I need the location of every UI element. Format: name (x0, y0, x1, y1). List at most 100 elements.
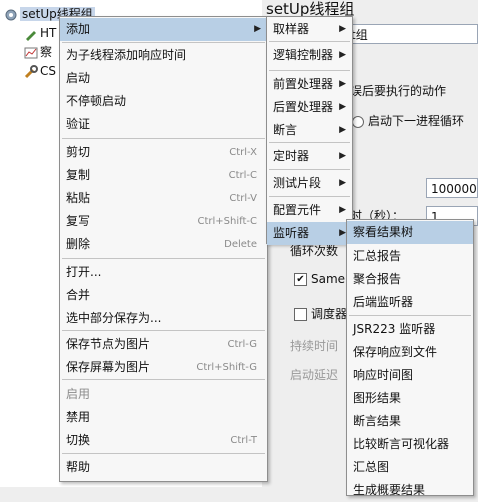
menu-item-duplicate[interactable]: 复写 Ctrl+Shift-C (60, 210, 267, 233)
menu-item-label: 聚合报告 (353, 272, 402, 286)
shortcut-label: Ctrl+Shift-C (197, 216, 258, 227)
add-menu-item-logic-controller[interactable]: 逻辑控制器 ▶ (267, 44, 352, 67)
tree-node-http[interactable]: HT (24, 24, 56, 42)
add-menu-item-assertion[interactable]: 断言 ▶ (267, 119, 352, 142)
name-field[interactable]: t组 (346, 24, 478, 44)
menu-item-start-no-pause[interactable]: 不停顿启动 (60, 90, 267, 113)
menu-item-delete[interactable]: 删除 Delete (60, 233, 267, 256)
menu-item-label: 定时器 (273, 149, 310, 163)
menu-item-label: 添加 (66, 22, 91, 36)
menu-item-label: 断言 (273, 123, 298, 137)
submenu-arrow-icon: ▶ (339, 50, 346, 60)
menu-item-label: 选中部分保存为... (66, 311, 162, 325)
listener-item-aggregate-report[interactable]: 聚合报告 (347, 268, 473, 291)
checkbox-icon (294, 308, 307, 321)
menu-item-save-node-as-image[interactable]: 保存节点为图片 Ctrl-G (60, 333, 267, 356)
listener-item-save-responses[interactable]: 保存响应到文件 (347, 341, 473, 364)
menu-item-disable[interactable]: 禁用 (60, 406, 267, 429)
listener-item-view-results-tree[interactable]: 察看结果树 (347, 221, 473, 244)
add-menu-item-post-processor[interactable]: 后置处理器 ▶ (267, 96, 352, 119)
menu-item-save-selection-as[interactable]: 选中部分保存为... (60, 307, 267, 330)
menu-item-label: 测试片段 (273, 176, 322, 190)
same-user-checkbox[interactable]: ✔ Same (294, 272, 345, 286)
menu-item-add-response-time[interactable]: 为子线程添加响应时间 (60, 44, 267, 67)
menu-item-label: 察看结果树 (353, 225, 414, 239)
scheduler-checkbox[interactable]: 调度器 (294, 305, 347, 322)
menu-item-label: 打开... (66, 265, 102, 279)
listener-item-response-time-graph[interactable]: 响应时间图 (347, 364, 473, 387)
menu-item-label: 为子线程添加响应时间 (66, 48, 187, 62)
error-action-label: 误后要执行的动作 (350, 84, 447, 98)
menu-item-add[interactable]: 添加 ▶ (60, 18, 267, 41)
menu-item-label: 合并 (66, 288, 91, 302)
menu-separator (269, 41, 350, 42)
menu-item-label: 比较断言可视化器 (353, 437, 450, 451)
listener-item-generate-summary[interactable]: 生成概要结果 (347, 479, 473, 502)
radio-next-loop[interactable]: 启动下一进程循环 (352, 112, 464, 129)
submenu-arrow-icon: ▶ (339, 178, 346, 188)
menu-item-merge[interactable]: 合并 (60, 284, 267, 307)
menu-item-label: 后置处理器 (273, 100, 334, 114)
submenu-arrow-icon: ▶ (339, 125, 346, 135)
gear-icon (4, 8, 18, 22)
menu-separator (62, 330, 265, 331)
menu-item-label: 剪切 (66, 145, 91, 159)
menu-item-label: 汇总报告 (353, 249, 402, 263)
menu-item-toggle[interactable]: 切换 Ctrl-T (60, 429, 267, 452)
listener-item-comparison-assertion-visualizer[interactable]: 比较断言可视化器 (347, 433, 473, 456)
menu-item-label: 生成概要结果 (353, 483, 426, 497)
tree-node-label: 察 (40, 45, 53, 59)
menu-item-label: 不停顿启动 (66, 94, 127, 108)
tree-node-label: HT (40, 26, 57, 40)
menu-item-label: 验证 (66, 117, 91, 131)
tree-node-label: CS (40, 64, 56, 78)
threads-field[interactable]: 1000000 (426, 178, 478, 198)
menu-item-label: 汇总图 (353, 460, 390, 474)
pencil-icon (24, 27, 38, 41)
menu-item-label: 逻辑控制器 (273, 48, 334, 62)
menu-item-copy[interactable]: 复制 Ctrl-C (60, 164, 267, 187)
listener-item-jsr223-listener[interactable]: JSR223 监听器 (347, 318, 473, 341)
menu-separator (269, 142, 350, 143)
submenu-arrow-icon: ▶ (339, 151, 346, 161)
add-menu-item-config-element[interactable]: 配置元件 ▶ (267, 199, 352, 222)
menu-item-validate[interactable]: 验证 (60, 113, 267, 136)
menu-separator (269, 196, 350, 197)
menu-item-label: 监听器 (273, 226, 310, 240)
radio-icon (352, 115, 364, 128)
tree-node-config[interactable]: CS (24, 62, 56, 80)
menu-separator (62, 453, 265, 454)
add-menu-item-timer[interactable]: 定时器 ▶ (267, 145, 352, 168)
listener-item-summary-report[interactable]: 汇总报告 (347, 245, 473, 268)
menu-item-paste[interactable]: 粘贴 Ctrl-V (60, 187, 267, 210)
add-menu-item-test-fragment[interactable]: 测试片段 ▶ (267, 172, 352, 195)
menu-item-open[interactable]: 打开... (60, 261, 267, 284)
tree-node-listener[interactable]: 察 (24, 43, 52, 61)
menu-item-enable: 启用 (60, 383, 267, 406)
add-menu-item-sampler[interactable]: 取样器 ▶ (267, 18, 352, 41)
menu-separator (62, 42, 265, 43)
menu-item-label: 断言结果 (353, 414, 402, 428)
listener-item-graph-results[interactable]: 图形结果 (347, 387, 473, 410)
add-submenu: 取样器 ▶ 逻辑控制器 ▶ 前置处理器 ▶ 后置处理器 ▶ 断言 ▶ 定时器 ▶ 测试片段 ▶ 配置元件 ▶ 监… (266, 16, 353, 245)
submenu-arrow-icon: ▶ (339, 24, 346, 34)
listener-item-assertion-results[interactable]: 断言结果 (347, 410, 473, 433)
menu-item-cut[interactable]: 剪切 Ctrl-X (60, 141, 267, 164)
listener-item-summary-graph[interactable]: 汇总图 (347, 456, 473, 479)
add-menu-item-listener[interactable]: 监听器 ▶ (267, 222, 352, 245)
menu-item-label: 帮助 (66, 460, 91, 474)
menu-separator (62, 379, 265, 380)
submenu-arrow-icon: ▶ (339, 205, 346, 215)
add-menu-item-pre-processor[interactable]: 前置处理器 ▶ (267, 73, 352, 96)
menu-item-help[interactable]: 帮助 (60, 456, 267, 479)
menu-item-label: 删除 (66, 237, 91, 251)
menu-separator (269, 70, 350, 71)
shortcut-label: Ctrl+Shift-G (196, 362, 257, 373)
menu-item-label: 粘贴 (66, 191, 91, 205)
wrench-icon (24, 64, 38, 79)
menu-item-start[interactable]: 启动 (60, 67, 267, 90)
menu-item-label: 启用 (66, 387, 91, 401)
listener-item-backend-listener[interactable]: 后端监听器 (347, 291, 473, 314)
submenu-arrow-icon: ▶ (339, 79, 346, 89)
menu-item-save-screen-as-image[interactable]: 保存屏幕为图片 Ctrl+Shift-G (60, 356, 267, 379)
